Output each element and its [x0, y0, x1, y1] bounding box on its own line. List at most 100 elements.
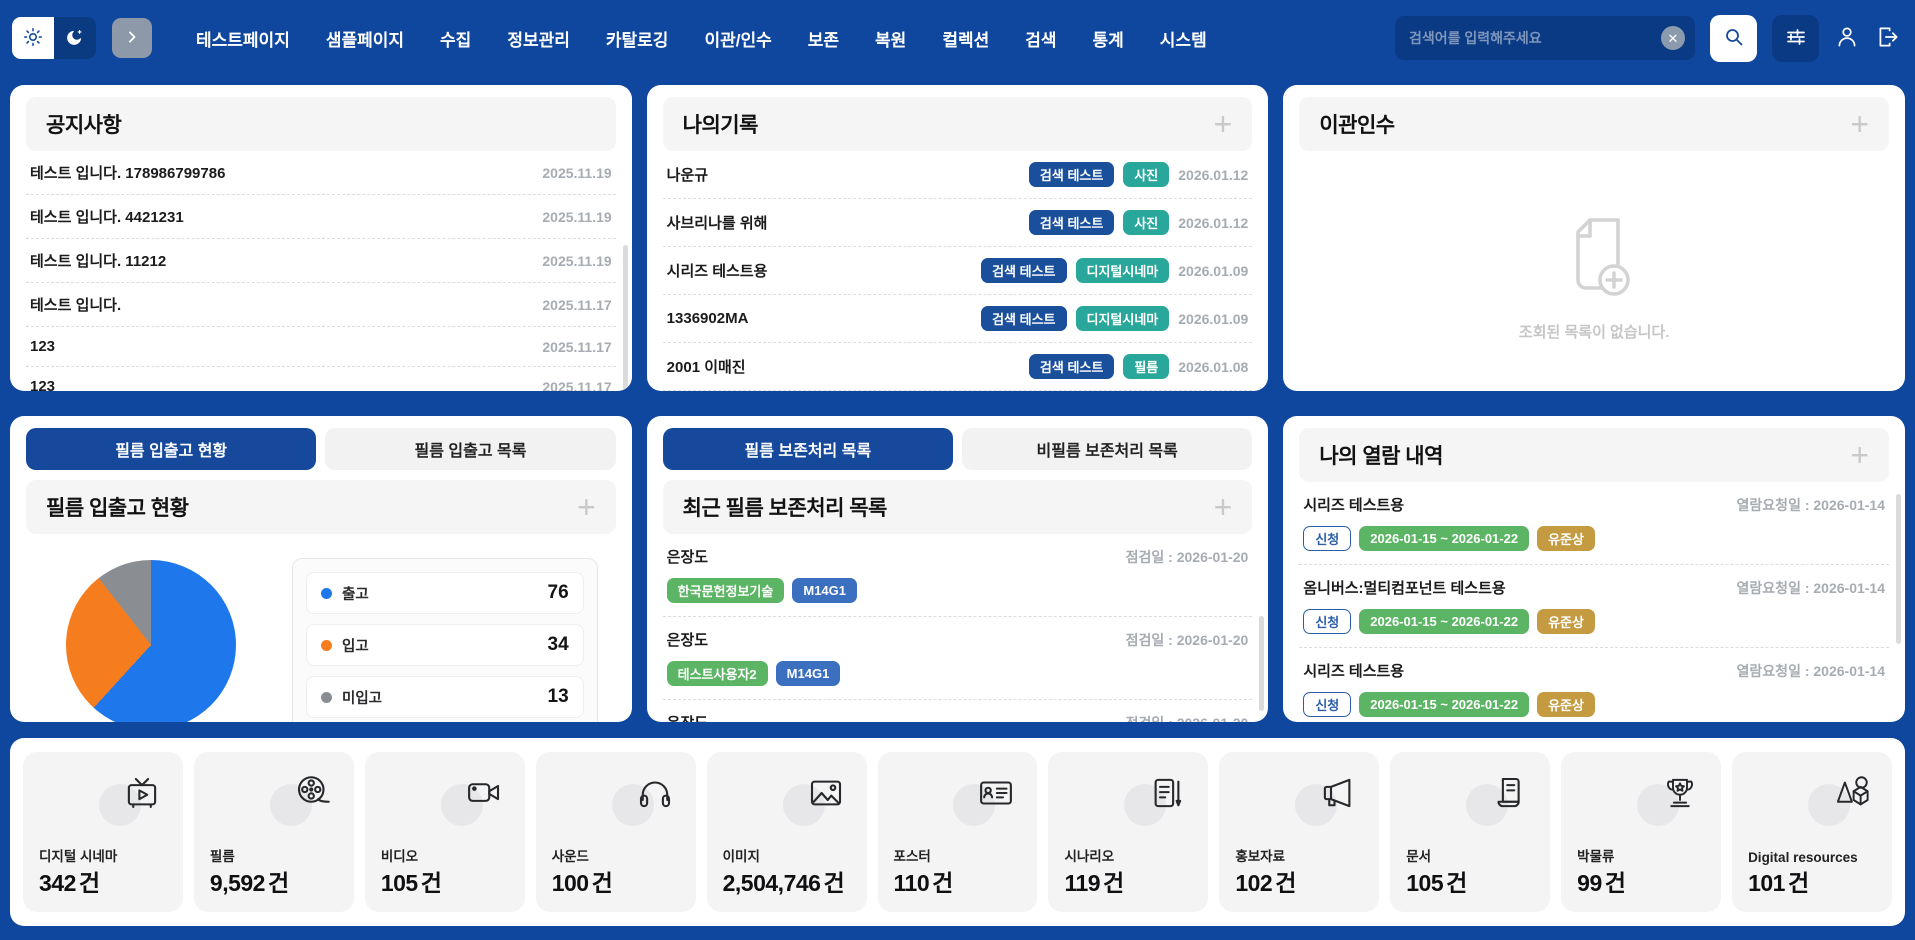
close-icon: ✕ [1668, 32, 1679, 45]
tab[interactable]: 필름 입출고 현황 [26, 428, 316, 470]
viewing-item-title: 옴니버스:멀티컴포넌트 테스트용 [1303, 577, 1505, 598]
preservation-list: 은장도점검일 : 2026-01-20한국문헌정보기술M14G1은장도점검일 :… [663, 534, 1253, 722]
list-item[interactable]: 시리즈 테스트용열람요청일 : 2026-01-14신청2026-01-15 ~… [1299, 648, 1889, 722]
menu-item[interactable]: 이관/인수 [704, 26, 771, 51]
viewing-item-title: 시리즈 테스트용 [1303, 660, 1404, 681]
menu-item[interactable]: 정보관리 [507, 26, 570, 51]
notice-date: 2025.11.17 [542, 379, 611, 392]
logout-button[interactable] [1875, 24, 1901, 53]
category-label: 문서 [1406, 845, 1431, 865]
film-inout-tabs: 필름 입출고 현황필름 입출고 목록 [26, 428, 616, 470]
notice-row[interactable]: 테스트 입니다.2025.11.17 [26, 283, 616, 327]
category-tile-scenario[interactable]: 시나리오119건 [1048, 752, 1208, 912]
record-title: 2001 이매진 [667, 356, 746, 377]
scrollbar[interactable] [1896, 494, 1901, 644]
my-viewing-more-button[interactable]: + [1850, 439, 1869, 471]
status-badge: 유준상 [1537, 609, 1595, 634]
transfer-more-button[interactable]: + [1850, 108, 1869, 140]
list-item[interactable]: 은장도점검일 : 2026-01-20한국문헌정보기술M14G1 [663, 700, 1253, 722]
legend-row: 미입고13 [306, 676, 584, 718]
notice-row[interactable]: 1232025.11.17 [26, 367, 616, 391]
notice-date: 2025.11.17 [542, 339, 611, 355]
logout-icon [1875, 24, 1901, 53]
menu-item[interactable]: 통계 [1093, 26, 1124, 51]
category-tile-megaphone[interactable]: 홍보자료102건 [1219, 752, 1379, 912]
row-top-cards: 공지사항 테스트 입니다. 1789867997862025.11.19테스트 … [10, 85, 1905, 391]
notices-title: 공지사항 [46, 109, 121, 139]
my-records-card: 나의기록 + 나운규검색 테스트사진2026.01.12사브리나를 위해검색 테… [647, 85, 1269, 391]
scrollbar[interactable] [623, 245, 628, 391]
notice-row[interactable]: 테스트 입니다. 44212312025.11.19 [26, 195, 616, 239]
category-tile-video-camera[interactable]: 비디오105건 [365, 752, 525, 912]
dark-mode-button[interactable] [54, 17, 96, 59]
list-item[interactable]: 시리즈 테스트용열람요청일 : 2026-01-14신청2026-01-15 ~… [1299, 482, 1889, 565]
status-badge: 2026-01-15 ~ 2026-01-22 [1359, 692, 1529, 717]
count-number: 9,592 [210, 870, 265, 896]
inspection-date: 점검일 : 2026-01-20 [1126, 713, 1249, 723]
light-mode-button[interactable] [12, 17, 54, 59]
record-row[interactable]: 2001 이매진검색 테스트필름2026.01.08 [663, 343, 1253, 391]
record-row[interactable]: 나운규검색 테스트사진2026.01.12 [663, 151, 1253, 199]
category-count: 9,592건 [210, 864, 289, 898]
notice-row[interactable]: 테스트 입니다. 112122025.11.19 [26, 239, 616, 283]
preservation-more-button[interactable]: + [1214, 491, 1233, 523]
record-row[interactable]: 1336902MA검색 테스트디지털시네마2026.01.09 [663, 295, 1253, 343]
category-label: 이미지 [723, 845, 760, 865]
menu-item[interactable]: 샘플페이지 [326, 26, 404, 51]
profile-button[interactable] [1834, 24, 1860, 53]
my-records-list: 나운규검색 테스트사진2026.01.12사브리나를 위해검색 테스트사진202… [663, 151, 1253, 391]
legend-row: 출고76 [306, 572, 584, 614]
category-tile-film-reel[interactable]: 필름9,592건 [194, 752, 354, 912]
list-item[interactable]: 은장도점검일 : 2026-01-20테스트사용자2M14G1 [663, 617, 1253, 700]
record-row[interactable]: 시리즈 테스트용검색 테스트디지털시네마2026.01.09 [663, 247, 1253, 295]
notice-row[interactable]: 테스트 입니다. 1789867997862025.11.19 [26, 151, 616, 195]
menu-item[interactable]: 카탈로깅 [606, 26, 669, 51]
expand-sidebar-button[interactable] [112, 18, 152, 58]
tab[interactable]: 필름 입출고 목록 [325, 428, 615, 470]
person-icon [1834, 24, 1860, 53]
video-camera-icon [463, 772, 505, 819]
list-item[interactable]: 은장도점검일 : 2026-01-20한국문헌정보기술M14G1 [663, 534, 1253, 617]
category-tile-trophy[interactable]: 박물류99건 [1561, 752, 1721, 912]
category-label: 디지털 시네마 [39, 845, 117, 865]
menu-item[interactable]: 컬렉션 [942, 26, 989, 51]
record-row[interactable]: 사브리나를 위해검색 테스트사진2026.01.12 [663, 199, 1253, 247]
transfer-title: 이관인수 [1319, 109, 1394, 139]
category-count: 2,504,746건 [723, 864, 845, 898]
viewing-item-title: 시리즈 테스트용 [1303, 494, 1404, 515]
category-tile-headphones[interactable]: 사운드100건 [536, 752, 696, 912]
my-records-more-button[interactable]: + [1214, 108, 1233, 140]
status-badge: 유준상 [1537, 692, 1595, 717]
category-tile-digital-resources[interactable]: Digital resources101건 [1732, 752, 1892, 912]
category-tile-image[interactable]: 이미지2,504,746건 [707, 752, 867, 912]
dashboard: 공지사항 테스트 입니다. 1789867997862025.11.19테스트 … [0, 76, 1915, 926]
clear-search-button[interactable]: ✕ [1661, 26, 1685, 50]
count-unit: 건 [823, 870, 844, 896]
category-tile-digital-cinema[interactable]: 디지털 시네마342건 [23, 752, 183, 912]
search-settings-button[interactable] [1772, 15, 1819, 62]
category-tile-poster[interactable]: 포스터110건 [878, 752, 1038, 912]
menu-item[interactable]: 검색 [1025, 26, 1056, 51]
status-badge: 필름 [1123, 354, 1169, 379]
tab[interactable]: 비필름 보존처리 목록 [962, 428, 1252, 470]
film-reel-icon [292, 772, 334, 819]
menu-item[interactable]: 수집 [440, 26, 471, 51]
menu-item[interactable]: 시스템 [1160, 26, 1207, 51]
search-button[interactable] [1710, 15, 1757, 62]
film-inout-more-button[interactable]: + [577, 491, 596, 523]
list-item[interactable]: 옴니버스:멀티컴포넌트 테스트용열람요청일 : 2026-01-14신청2026… [1299, 565, 1889, 648]
menu-item[interactable]: 복원 [875, 26, 906, 51]
status-badge: M14G1 [776, 661, 841, 686]
pie-chart [66, 560, 236, 722]
notice-title: 테스트 입니다. [30, 294, 121, 315]
category-tile-document[interactable]: 문서105건 [1390, 752, 1550, 912]
notice-row[interactable]: 1232025.11.17 [26, 327, 616, 367]
category-label: Digital resources [1748, 850, 1858, 865]
category-count: 100건 [552, 864, 613, 898]
scrollbar[interactable] [1259, 616, 1264, 711]
menu-item[interactable]: 보존 [808, 26, 839, 51]
tab[interactable]: 필름 보존처리 목록 [663, 428, 953, 470]
menu-item[interactable]: 테스트페이지 [196, 26, 290, 51]
my-records-title: 나의기록 [683, 109, 758, 139]
search-input[interactable] [1409, 30, 1661, 46]
